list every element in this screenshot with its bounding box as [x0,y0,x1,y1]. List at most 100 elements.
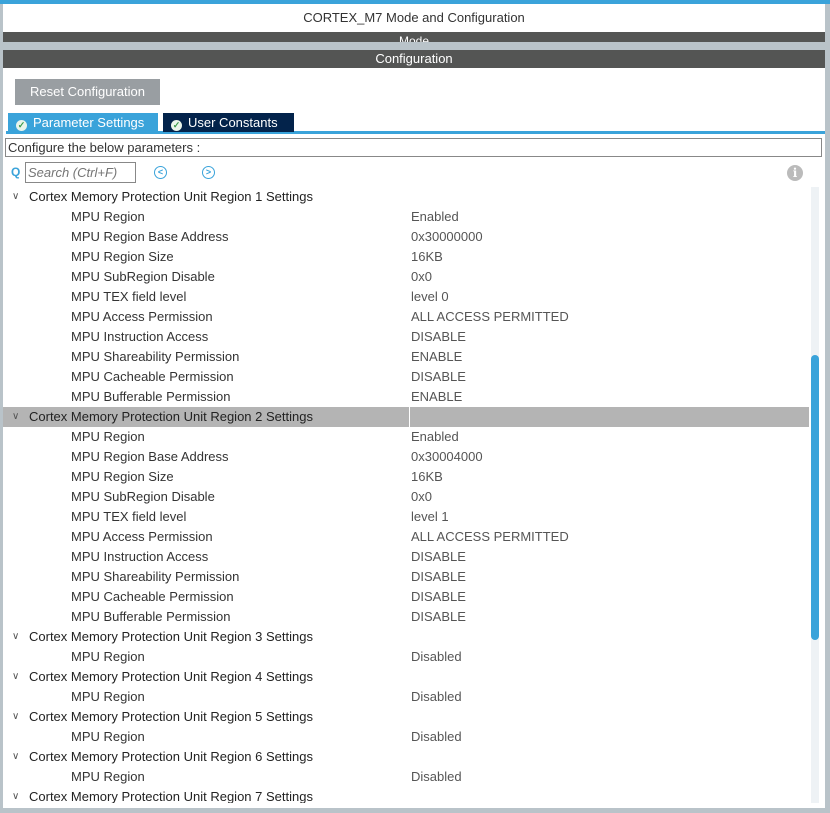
parameter-row[interactable]: MPU Region Disabled [3,767,809,787]
parameter-name: MPU Region Base Address [71,449,229,464]
parameter-value[interactable]: ALL ACCESS PERMITTED [411,527,569,547]
chevron-down-icon[interactable]: ∨ [12,627,19,647]
parameter-name: MPU Bufferable Permission [71,389,231,404]
parameter-value[interactable]: level 0 [411,287,449,307]
parameter-value[interactable]: DISABLE [411,547,466,567]
group-header-row[interactable]: ∨ Cortex Memory Protection Unit Region 4 … [3,667,809,687]
parameter-row[interactable]: MPU Region Size 16KB [3,247,809,267]
parameter-name: MPU Shareability Permission [71,349,240,364]
parameter-row[interactable]: MPU Shareability Permission ENABLE [3,347,809,367]
parameter-row[interactable]: MPU TEX field level level 1 [3,507,809,527]
parameter-value[interactable]: DISABLE [411,567,466,587]
parameter-row[interactable]: MPU Region Base Address 0x30000000 [3,227,809,247]
parameter-row[interactable]: MPU Cacheable Permission DISABLE [3,587,809,607]
tab-parameter-settings[interactable]: ✓ Parameter Settings [8,113,158,132]
chevron-down-icon[interactable]: ∨ [12,667,19,687]
parameter-name: MPU Region [71,729,145,744]
group-header-row[interactable]: ∨ Cortex Memory Protection Unit Region 6 … [3,747,809,767]
group-header-row[interactable]: ∨ Cortex Memory Protection Unit Region 2 … [3,407,809,427]
parameter-row[interactable]: MPU Region Disabled [3,647,809,667]
parameter-row[interactable]: MPU Region Size 16KB [3,467,809,487]
group-header-row[interactable]: ∨ Cortex Memory Protection Unit Region 3 … [3,627,809,647]
parameter-name: MPU Bufferable Permission [71,609,231,624]
parameter-row[interactable]: MPU Instruction Access DISABLE [3,327,809,347]
parameter-name: MPU Access Permission [71,309,213,324]
parameter-row[interactable]: MPU Region Disabled [3,727,809,747]
parameter-row[interactable]: MPU Region Enabled [3,207,809,227]
parameter-value[interactable]: DISABLE [411,327,466,347]
parameter-value[interactable]: ENABLE [411,387,462,407]
parameter-value[interactable]: Disabled [411,727,462,747]
parameter-value[interactable]: level 1 [411,507,449,527]
check-circle-icon: ✓ [16,120,27,131]
group-header-row[interactable]: ∨ Cortex Memory Protection Unit Region 5 … [3,707,809,727]
parameter-row[interactable]: MPU Instruction Access DISABLE [3,547,809,567]
parameter-value[interactable]: Enabled [411,427,459,447]
chevron-down-icon[interactable]: ∨ [12,747,19,767]
parameter-value[interactable]: 0x30000000 [411,227,483,247]
parameter-row[interactable]: MPU SubRegion Disable 0x0 [3,267,809,287]
chevron-down-icon[interactable]: ∨ [12,407,19,427]
group-header-row[interactable]: ∨ Cortex Memory Protection Unit Region 7 … [3,787,809,803]
chevron-down-icon[interactable]: ∨ [12,187,19,207]
parameter-name: MPU SubRegion Disable [71,269,215,284]
parameter-row[interactable]: MPU SubRegion Disable 0x0 [3,487,809,507]
info-icon[interactable]: i [787,165,803,181]
parameter-value[interactable]: Disabled [411,687,462,707]
parameter-value[interactable]: Disabled [411,647,462,667]
group-header-row[interactable]: ∨ Cortex Memory Protection Unit Region 1 … [3,187,809,207]
check-circle-icon: ✓ [171,120,182,131]
parameter-value[interactable]: 16KB [411,247,443,267]
parameter-name: MPU Access Permission [71,529,213,544]
parameter-row[interactable]: MPU Shareability Permission DISABLE [3,567,809,587]
parameter-name: MPU Instruction Access [71,549,209,564]
parameter-row[interactable]: MPU Bufferable Permission DISABLE [3,607,809,627]
group-label: Cortex Memory Protection Unit Region 3 S… [29,629,313,644]
tab-label: Parameter Settings [33,115,145,130]
parameter-name: MPU Region [71,209,145,224]
previous-match-icon[interactable]: < [154,166,167,179]
parameter-row[interactable]: MPU Region Enabled [3,427,809,447]
parameter-value[interactable]: ENABLE [411,347,462,367]
parameter-name: MPU Region Size [71,249,174,264]
parameter-value[interactable]: Disabled [411,767,462,787]
parameter-name: MPU Instruction Access [71,329,209,344]
parameter-row[interactable]: MPU Region Base Address 0x30004000 [3,447,809,467]
parameter-name: MPU Region Size [71,469,174,484]
tab-label: User Constants [188,115,278,130]
parameter-value[interactable]: Enabled [411,207,459,227]
parameter-row[interactable]: MPU Cacheable Permission DISABLE [3,367,809,387]
parameter-value[interactable]: ALL ACCESS PERMITTED [411,307,569,327]
parameter-row[interactable]: MPU Bufferable Permission ENABLE [3,387,809,407]
description-text: Configure the below parameters : [5,138,822,157]
reset-configuration-button[interactable]: Reset Configuration [15,79,160,105]
parameter-name: MPU Cacheable Permission [71,589,234,604]
parameter-row[interactable]: MPU Region Disabled [3,687,809,707]
mode-section-header[interactable]: Mode [3,32,825,42]
parameter-value[interactable]: DISABLE [411,607,466,627]
parameter-value[interactable]: 16KB [411,467,443,487]
parameter-value[interactable]: DISABLE [411,367,466,387]
parameter-row[interactable]: MPU TEX field level level 0 [3,287,809,307]
group-label: Cortex Memory Protection Unit Region 4 S… [29,669,313,684]
parameter-tree: ∨ Cortex Memory Protection Unit Region 1 … [3,187,809,803]
parameter-value[interactable]: DISABLE [411,587,466,607]
configuration-panel: Reset Configuration ✓ Parameter Settings … [3,68,825,808]
parameter-value[interactable]: 0x30004000 [411,447,483,467]
configuration-section-header[interactable]: Configuration [3,50,825,68]
search-input[interactable] [25,162,136,183]
tab-user-constants[interactable]: ✓ User Constants [163,113,294,132]
group-label: Cortex Memory Protection Unit Region 1 S… [29,189,313,204]
scrollbar-thumb[interactable] [811,355,819,640]
parameter-value[interactable]: 0x0 [411,267,432,287]
next-match-icon[interactable]: > [202,166,215,179]
chevron-down-icon[interactable]: ∨ [12,707,19,727]
vertical-scrollbar[interactable] [811,187,819,803]
parameter-name: MPU Region [71,429,145,444]
parameter-row[interactable]: MPU Access Permission ALL ACCESS PERMITTE… [3,307,809,327]
parameter-name: MPU Region [71,689,145,704]
parameter-value[interactable]: 0x0 [411,487,432,507]
parameter-row[interactable]: MPU Access Permission ALL ACCESS PERMITTE… [3,527,809,547]
chevron-down-icon[interactable]: ∨ [12,787,19,803]
group-label: Cortex Memory Protection Unit Region 7 S… [29,789,313,803]
